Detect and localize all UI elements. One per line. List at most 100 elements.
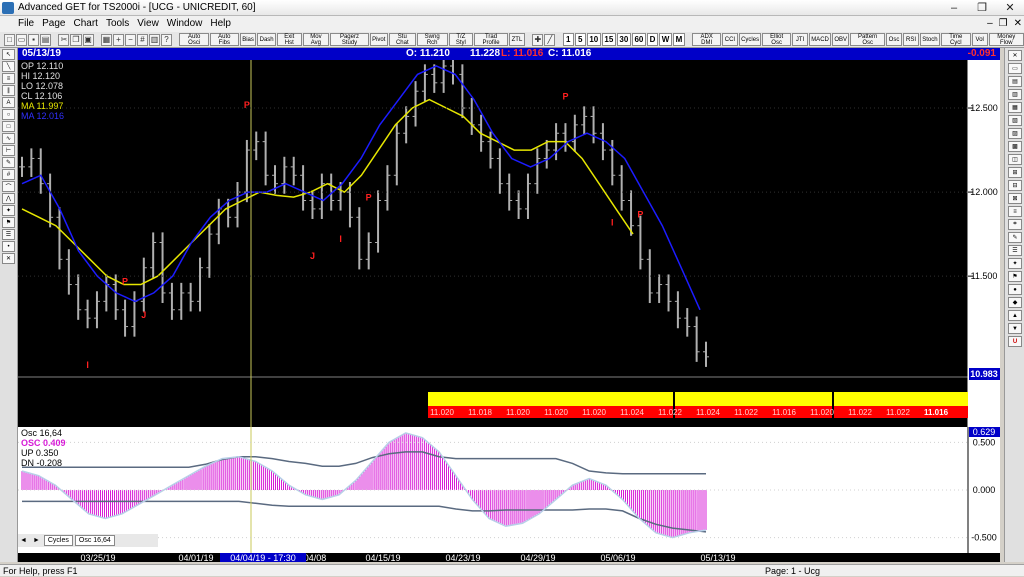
rs-tool-4-icon[interactable]: ▦	[1008, 102, 1022, 113]
timeframe-5-button[interactable]: 5	[574, 33, 586, 46]
open-folder-icon[interactable]: ▭	[16, 33, 28, 46]
rs-tool-21-icon[interactable]: ▼	[1008, 323, 1022, 334]
rs-tool-18-icon[interactable]: ●	[1008, 284, 1022, 295]
study-stu-chat-button[interactable]: Stu Chat	[388, 33, 416, 46]
timeframe-m-button[interactable]: M	[672, 33, 685, 46]
rs-close-icon[interactable]: ✕	[1008, 50, 1022, 61]
timeframe-30-button[interactable]: 30	[616, 33, 631, 46]
tab-cycles[interactable]: Cycles	[43, 535, 73, 546]
sidebar-dot-icon[interactable]: •	[2, 241, 15, 252]
rs-tool-6-icon[interactable]: ▨	[1008, 128, 1022, 139]
price-chart[interactable]: IPJPJIPPPI 12.50012.00011.500 10.983 11.…	[18, 60, 1000, 427]
timeframe-d-button[interactable]: D	[646, 33, 659, 46]
sidebar-grid-icon[interactable]: #	[2, 169, 15, 180]
mdi-close-button[interactable]: ✕	[1014, 16, 1022, 32]
sidebar-arrow-icon[interactable]: ↖	[2, 49, 15, 60]
menu-help[interactable]: Help	[206, 16, 235, 32]
line-tool-icon[interactable]: ╱	[544, 33, 556, 46]
study-cycles-button[interactable]: Cycles	[738, 33, 762, 46]
study-pagerz-button[interactable]: Pagerz Study	[330, 33, 369, 46]
study-mov-avg-button[interactable]: Mov Avg	[302, 33, 330, 46]
sidebar-ruler-icon[interactable]: ⊢	[2, 145, 15, 156]
sidebar-fib-icon[interactable]: ≡	[2, 73, 15, 84]
sidebar-fan-icon[interactable]: ⋀	[2, 193, 15, 204]
study-ztl-button[interactable]: ZTL	[508, 33, 525, 46]
study-cci-button[interactable]: CCI	[721, 33, 738, 46]
study-osc-button[interactable]: Osc	[886, 33, 902, 46]
paste-icon[interactable]: ▣	[82, 33, 94, 46]
tile-icon[interactable]: ▥	[148, 33, 160, 46]
study-pivot-button[interactable]: Pivot	[369, 33, 388, 46]
rs-tool-14-icon[interactable]: ✎	[1008, 232, 1022, 243]
study-macd-button[interactable]: MACD	[809, 33, 831, 46]
study-auto-osc-button[interactable]: Auto Osci	[179, 33, 209, 46]
sidebar-arc-icon[interactable]: ⌒	[2, 181, 15, 192]
sidebar-box-icon[interactable]: □	[2, 121, 15, 132]
sidebar-circle-icon[interactable]: ○	[2, 109, 15, 120]
save-icon[interactable]: ▪	[28, 33, 40, 46]
maximize-button[interactable]: ❐	[968, 0, 996, 16]
sidebar-flag-icon[interactable]: ⚑	[2, 217, 15, 228]
rs-tool-9-icon[interactable]: ⊞	[1008, 167, 1022, 178]
study-rsi-button[interactable]: RSI	[903, 33, 919, 46]
chart-icon[interactable]: ▦	[100, 33, 112, 46]
study-time-cycles-button[interactable]: Time Cycl	[940, 33, 971, 46]
new-file-icon[interactable]: □	[4, 33, 16, 46]
cut-icon[interactable]: ✂	[58, 33, 70, 46]
sidebar-pen-icon[interactable]: ✎	[2, 157, 15, 168]
zoom-in-icon[interactable]: +	[112, 33, 124, 46]
chart-window[interactable]: 05/13/19 O: 11.210 11.228 L: 11.016 C: 1…	[18, 48, 1000, 562]
tab-next-button[interactable]: ►	[31, 537, 42, 544]
study-money-flow-button[interactable]: Money Flow	[988, 33, 1024, 46]
study-pattern-osc-button[interactable]: Pattern Osc	[850, 33, 885, 46]
timeframe-15-button[interactable]: 15	[601, 33, 616, 46]
rs-tool-12-icon[interactable]: ≡	[1008, 206, 1022, 217]
study-vol-button[interactable]: Vol	[971, 33, 988, 46]
menu-page[interactable]: Page	[38, 16, 69, 32]
close-button[interactable]: ✕	[996, 0, 1024, 16]
rs-tool-5-icon[interactable]: ▧	[1008, 115, 1022, 126]
mdi-minimize-button[interactable]: –	[987, 16, 993, 32]
tab-osc[interactable]: Osc 16,64	[74, 535, 115, 546]
mdi-restore-button[interactable]: ❐	[999, 16, 1008, 32]
timeframe-w-button[interactable]: W	[659, 33, 672, 46]
grid-icon[interactable]: #	[136, 33, 148, 46]
rs-tool-10-icon[interactable]: ⊟	[1008, 180, 1022, 191]
menu-window[interactable]: Window	[163, 16, 207, 32]
rs-tool-15-icon[interactable]: ☰	[1008, 245, 1022, 256]
study-obv-button[interactable]: OBV	[831, 33, 850, 46]
study-swing-button[interactable]: Swng Rch	[416, 33, 448, 46]
timeframe-10-button[interactable]: 10	[586, 33, 601, 46]
sidebar-star-icon[interactable]: ✦	[2, 205, 15, 216]
menu-tools[interactable]: Tools	[102, 16, 133, 32]
crosshair-icon[interactable]: ✚	[532, 33, 544, 46]
rs-tool-3-icon[interactable]: ▥	[1008, 89, 1022, 100]
rs-magnet-icon[interactable]: U	[1008, 336, 1022, 347]
sidebar-wave-icon[interactable]: ∿	[2, 133, 15, 144]
rs-tool-11-icon[interactable]: ⊠	[1008, 193, 1022, 204]
rs-tool-16-icon[interactable]: ✦	[1008, 258, 1022, 269]
study-dash-button[interactable]: Dash	[257, 33, 276, 46]
zoom-out-icon[interactable]: −	[124, 33, 136, 46]
sidebar-channel-icon[interactable]: ∥	[2, 85, 15, 96]
sidebar-text-icon[interactable]: A	[2, 97, 15, 108]
study-trade-profile-button[interactable]: Trad Profile	[474, 33, 508, 46]
study-jti-button[interactable]: JTI	[792, 33, 809, 46]
rs-tool-19-icon[interactable]: ◆	[1008, 297, 1022, 308]
rs-tool-7-icon[interactable]: ▩	[1008, 141, 1022, 152]
timeframe-1-button[interactable]: 1	[562, 33, 574, 46]
menu-file[interactable]: File	[0, 16, 38, 32]
study-bias-button[interactable]: Bias	[239, 33, 257, 46]
timeframe-60-button[interactable]: 60	[631, 33, 646, 46]
menu-view[interactable]: View	[133, 16, 163, 32]
sidebar-line-icon[interactable]: ╲	[2, 61, 15, 72]
rs-tool-17-icon[interactable]: ⚑	[1008, 271, 1022, 282]
rs-tool-13-icon[interactable]: ⌗	[1008, 219, 1022, 230]
study-adx-button[interactable]: ADX DMI	[692, 33, 721, 46]
rs-tool-1-icon[interactable]: ▭	[1008, 63, 1022, 74]
tab-prev-button[interactable]: ◄	[18, 537, 29, 544]
study-auto-fibs-button[interactable]: Auto Fibs	[209, 33, 239, 46]
study-exit-button[interactable]: Exit Hst	[276, 33, 302, 46]
help-icon[interactable]: ?	[161, 33, 173, 46]
minimize-button[interactable]: –	[940, 0, 968, 16]
